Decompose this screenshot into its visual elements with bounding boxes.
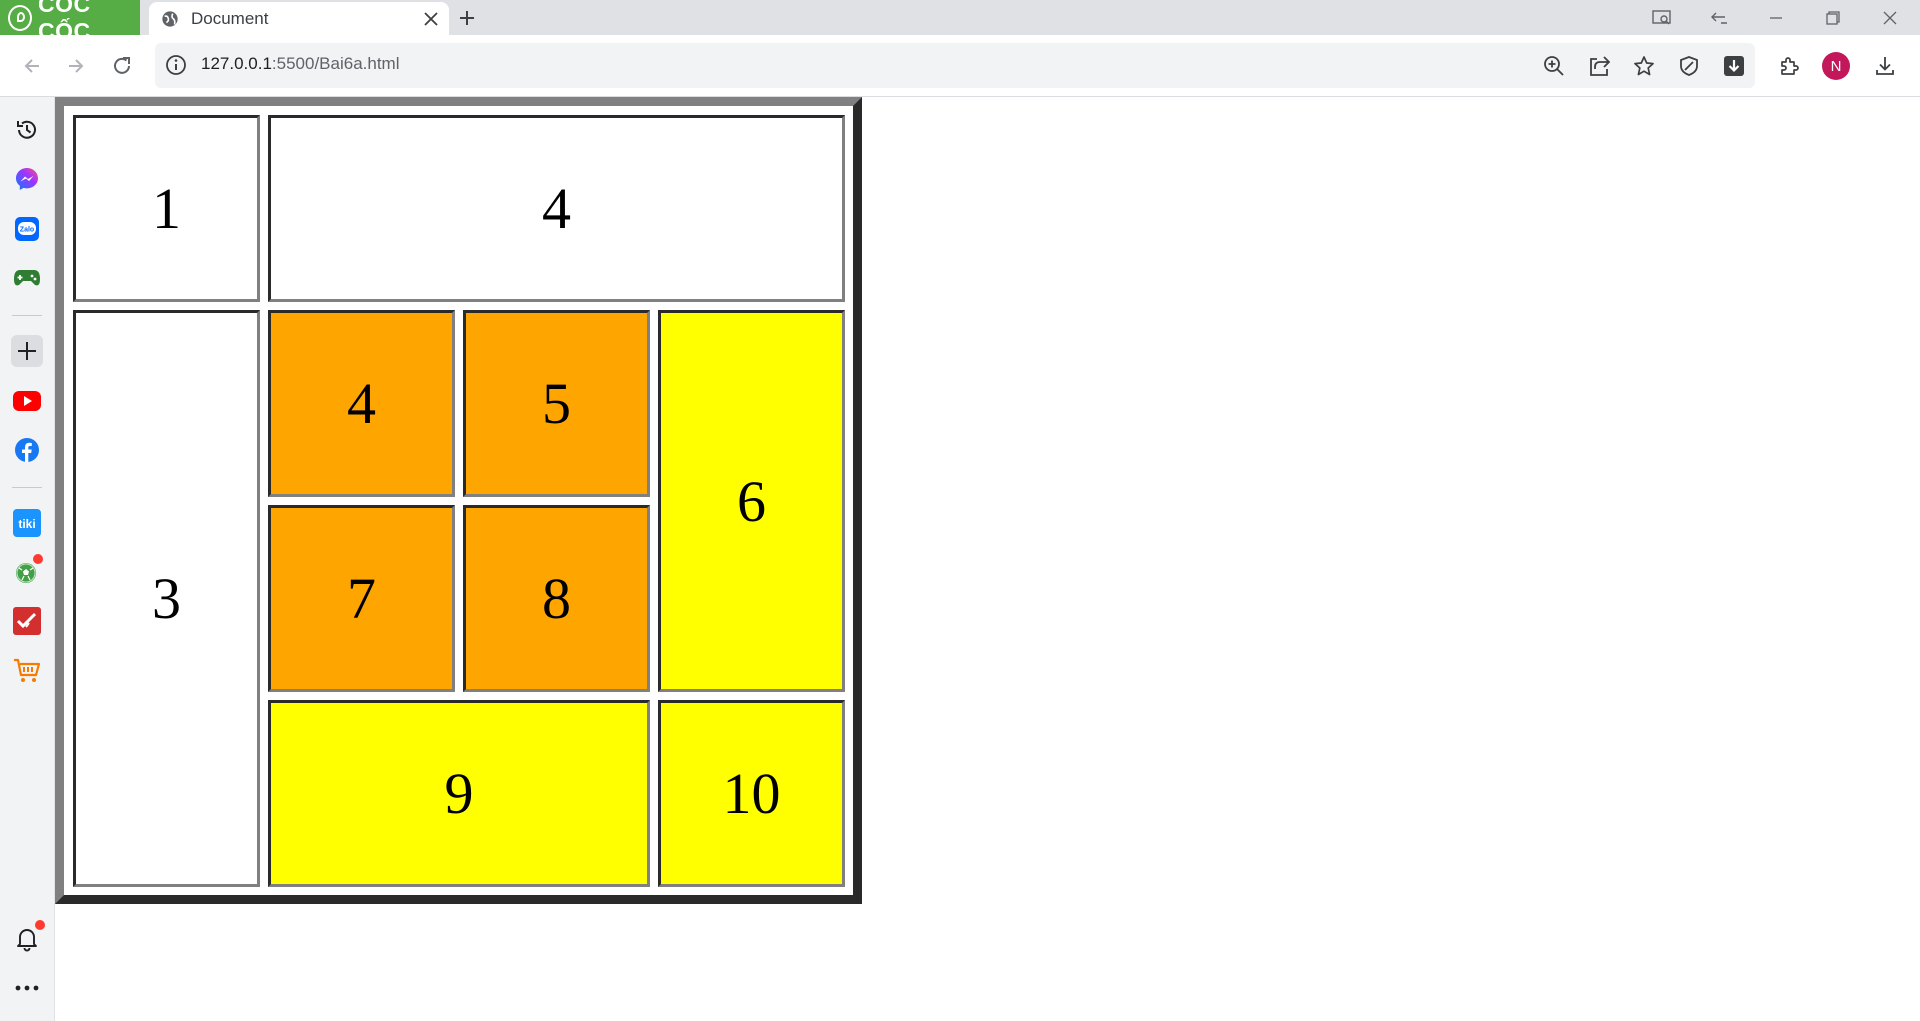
coccoc-logo-icon (8, 4, 33, 31)
sidebar-divider (12, 315, 42, 316)
zalo-icon[interactable]: Zalo (11, 213, 43, 245)
cell-label: 7 (347, 566, 376, 631)
profile-initial: N (1822, 52, 1850, 80)
facebook-icon[interactable] (11, 434, 43, 466)
close-window-button[interactable] (1866, 0, 1914, 35)
downloads-icon[interactable] (1869, 50, 1901, 82)
restore-button[interactable] (1809, 0, 1857, 35)
cell-label: 6 (737, 468, 766, 534)
table-cell: 5 (463, 310, 650, 497)
tiki-icon[interactable]: tiki (11, 507, 43, 539)
sidebar-divider (12, 487, 42, 488)
table-cell: 6 (658, 310, 845, 692)
table-cell: 10 (658, 700, 845, 887)
add-icon[interactable] (11, 335, 43, 367)
cell-label: 3 (152, 566, 181, 631)
notification-dot (33, 554, 43, 564)
back-button[interactable] (16, 50, 48, 82)
zalo-label: Zalo (20, 227, 34, 234)
notification-bell-icon[interactable] (11, 920, 45, 955)
cart-icon[interactable] (11, 655, 43, 687)
minimize-button[interactable] (1752, 0, 1800, 35)
toolbar: 127.0.0.1:5500/Bai6a.html N (0, 35, 1920, 97)
messenger-icon[interactable] (11, 163, 43, 195)
site-info-icon[interactable] (165, 54, 187, 76)
globe-icon (162, 10, 178, 27)
cell-label: 9 (444, 761, 474, 826)
forward-button[interactable] (60, 50, 92, 82)
more-options-icon[interactable] (11, 972, 43, 1004)
tab-title: Document (191, 8, 269, 28)
zoom-icon[interactable] (1539, 51, 1569, 81)
page-content: 1 4 3 4 5 6 7 8 9 10 (55, 97, 1920, 1021)
table-cell: 4 (268, 310, 455, 497)
history-icon[interactable] (11, 114, 43, 146)
table-cell: 8 (463, 505, 650, 692)
sidebar: Zalo tiki (0, 97, 55, 1021)
adblock-shield-icon[interactable] (1674, 51, 1704, 81)
table-cell: 3 (73, 310, 260, 887)
savior-download-icon[interactable] (1719, 51, 1749, 81)
tiki-label: tiki (18, 517, 35, 531)
restore-tabs-icon[interactable] (1695, 0, 1743, 35)
todo-icon[interactable] (11, 605, 43, 637)
game-icon[interactable] (11, 262, 43, 294)
cell-label: 8 (542, 566, 571, 631)
url-path: :5500/Bai6a.html (271, 54, 400, 73)
address-bar[interactable]: 127.0.0.1:5500/Bai6a.html (155, 43, 1755, 88)
cell-label: 5 (542, 371, 571, 436)
new-tab-button[interactable] (455, 6, 479, 30)
cell-label: 1 (152, 176, 181, 241)
url-text[interactable]: 127.0.0.1:5500/Bai6a.html (201, 54, 400, 74)
table-cell: 7 (268, 505, 455, 692)
url-host: 127.0.0.1 (201, 54, 272, 73)
profile-avatar[interactable]: N (1820, 50, 1852, 82)
reload-button[interactable] (106, 50, 138, 82)
tab-strip: CỐC CỐC Document (0, 0, 1920, 44)
football-icon[interactable] (11, 554, 43, 588)
share-icon[interactable] (1584, 51, 1614, 81)
cell-label: 4 (542, 176, 571, 241)
cell-label: 10 (722, 761, 781, 826)
youtube-icon[interactable] (11, 385, 43, 417)
table-cell: 4 (268, 115, 845, 302)
notification-dot (35, 920, 45, 930)
tab-document[interactable]: Document (149, 2, 449, 35)
tab-search-icon[interactable] (1638, 0, 1686, 35)
bookmark-star-icon[interactable] (1629, 51, 1659, 81)
extensions-icon[interactable] (1773, 50, 1805, 82)
tab-close-icon[interactable] (419, 7, 443, 31)
grid-table: 1 4 3 4 5 6 7 8 9 10 (55, 97, 862, 904)
table-cell: 9 (268, 700, 650, 887)
cell-label: 4 (347, 371, 376, 436)
coccoc-logo[interactable]: CỐC CỐC (0, 0, 140, 44)
table-cell: 1 (73, 115, 260, 302)
